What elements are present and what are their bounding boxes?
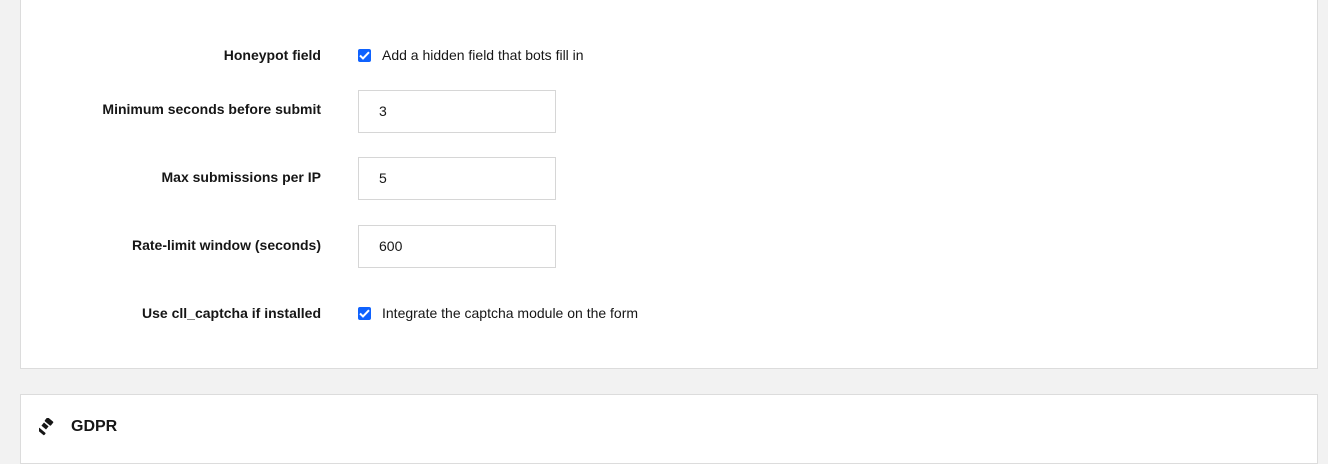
gdpr-panel: GDPR xyxy=(20,394,1318,464)
rate-window-input[interactable]: 600 xyxy=(358,225,556,268)
checkmark-icon xyxy=(359,51,370,60)
checkmark-icon xyxy=(359,309,370,318)
rate-window-row: Rate-limit window (seconds) 600 xyxy=(21,225,1317,273)
captcha-label: Use cll_captcha if installed xyxy=(142,305,321,321)
honeypot-label: Honeypot field xyxy=(223,47,321,63)
gavel-icon xyxy=(39,418,54,436)
captcha-checkbox-control[interactable]: Integrate the captcha module on the form xyxy=(358,304,638,322)
min-seconds-row: Minimum seconds before submit 3 xyxy=(21,90,1317,138)
honeypot-description: Add a hidden field that bots fill in xyxy=(382,47,584,63)
gdpr-header[interactable]: GDPR xyxy=(39,418,117,436)
rate-window-label: Rate-limit window (seconds) xyxy=(131,237,321,253)
min-seconds-input[interactable]: 3 xyxy=(358,90,556,133)
max-submissions-label: Max submissions per IP xyxy=(161,169,322,185)
captcha-row: Use cll_captcha if installed Integrate t… xyxy=(21,304,1317,352)
max-submissions-row: Max submissions per IP 5 xyxy=(21,157,1317,205)
min-seconds-label: Minimum seconds before submit xyxy=(102,101,321,117)
honeypot-checkbox-control[interactable]: Add a hidden field that bots fill in xyxy=(358,46,584,64)
honeypot-checkbox[interactable] xyxy=(358,48,371,62)
captcha-checkbox[interactable] xyxy=(358,306,371,320)
spam-protection-panel: Honeypot field Add a hidden field that b… xyxy=(20,0,1318,369)
gdpr-title: GDPR xyxy=(71,418,118,435)
captcha-description: Integrate the captcha module on the form xyxy=(382,305,639,321)
honeypot-row: Honeypot field Add a hidden field that b… xyxy=(21,42,1317,90)
max-submissions-input[interactable]: 5 xyxy=(358,157,556,200)
